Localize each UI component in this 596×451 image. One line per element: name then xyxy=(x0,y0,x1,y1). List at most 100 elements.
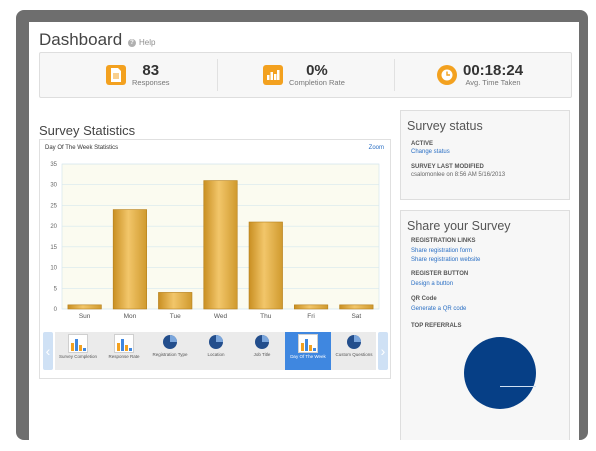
y-tick-label: 0 xyxy=(54,307,58,313)
chart-thumbnail[interactable]: Registration Type xyxy=(147,332,193,370)
chart-thumbnails: Survey Completion Response Rate Registrati… xyxy=(55,332,376,370)
x-tick-label: Fri xyxy=(307,313,315,320)
bar-thu xyxy=(248,221,283,310)
share-registration-website-link[interactable]: Share registration website xyxy=(411,257,480,263)
kpi-label: Completion Rate xyxy=(289,78,345,87)
chart-thumbnail-label: Registration Type xyxy=(152,352,188,357)
referrals-pie-chart xyxy=(464,337,536,409)
chart-thumbnail-label: Day Of The Week xyxy=(290,354,326,359)
survey-status-title: Survey status xyxy=(407,119,483,133)
chart-thumbnail[interactable]: Custom Questions xyxy=(331,332,377,370)
chevron-right-icon: › xyxy=(380,343,386,359)
chart-title: Day Of The Week Statistics xyxy=(45,145,119,151)
thumbnail-bar xyxy=(79,345,82,351)
kpi-label: Avg. Time Taken xyxy=(465,78,521,87)
chart-thumbnail[interactable]: Job Title xyxy=(239,332,285,370)
y-tick-label: 30 xyxy=(50,183,57,189)
kpi-avg-time: 00:18:24 Avg. Time Taken xyxy=(437,53,523,97)
bar-wed xyxy=(203,180,238,310)
chart-thumbnail[interactable]: Survey Completion xyxy=(55,332,101,370)
registration-links-label: REGISTRATION LINKS xyxy=(411,238,476,244)
thumbnail-bar xyxy=(117,343,120,351)
thumbnail-bar xyxy=(83,348,86,351)
status-state: ACTIVE xyxy=(411,141,434,147)
chevron-left-icon: ‹ xyxy=(45,343,51,359)
help-link[interactable]: ? Help xyxy=(128,38,155,47)
x-tick-label: Wed xyxy=(214,313,228,320)
pie-chart-icon xyxy=(161,334,179,351)
kpi-value: 00:18:24 xyxy=(463,62,524,79)
y-tick-label: 25 xyxy=(50,203,57,209)
bar-chart-icon xyxy=(263,65,283,85)
chart-thumbnail-label: Custom Questions xyxy=(335,352,373,357)
x-tick-label: Tue xyxy=(170,313,181,320)
chart-thumbnail-label: Job Title xyxy=(253,352,271,357)
carousel-prev-button[interactable]: ‹ xyxy=(43,332,53,370)
bar-sun xyxy=(67,304,102,310)
survey-status-panel: Survey status ACTIVE Change status SURVE… xyxy=(400,110,570,200)
document-icon xyxy=(106,65,126,85)
bar-fri xyxy=(294,304,329,310)
thumbnail-bar xyxy=(125,345,128,351)
chart-thumbnail[interactable]: Location xyxy=(193,332,239,370)
pie-chart-icon xyxy=(253,334,271,351)
bar-mon xyxy=(112,209,147,310)
thumbnail-bar xyxy=(71,343,74,351)
kpi-bar: 83 Responses 0% Completion Rate 00:18:24… xyxy=(39,52,572,98)
kpi-divider xyxy=(217,59,218,91)
x-tick-label: Thu xyxy=(260,313,272,320)
thumbnail-bar xyxy=(301,343,304,351)
dashboard-panel: Dashboard ? Help 83 Responses 0% Complet… xyxy=(29,22,579,440)
kpi-completion-rate: 0% Completion Rate xyxy=(263,53,345,97)
x-tick-label: Sat xyxy=(351,313,361,320)
register-button-label: REGISTER BUTTON xyxy=(411,271,469,277)
bar-sat xyxy=(339,304,374,310)
clock-icon xyxy=(437,65,457,85)
pie-shape xyxy=(255,335,269,349)
help-label: Help xyxy=(139,38,156,47)
y-tick-label: 15 xyxy=(50,245,57,251)
kpi-label: Responses xyxy=(132,78,170,87)
bar-tue xyxy=(158,292,193,310)
share-survey-title: Share your Survey xyxy=(407,219,511,233)
thumbnail-bar xyxy=(309,345,312,351)
share-registration-form-link[interactable]: Share registration form xyxy=(411,248,472,254)
last-modified-text: csalomonlee on 8:56 AM 5/16/2013 xyxy=(411,172,506,178)
y-tick-label: 35 xyxy=(50,162,57,168)
chart-carousel: ‹ Survey Completion Response Rate Registra… xyxy=(43,328,388,372)
chart-thumbnail[interactable]: Response Rate xyxy=(101,332,147,370)
change-status-link[interactable]: Change status xyxy=(411,149,450,155)
thumbnail-bar xyxy=(129,348,132,351)
pie-slice xyxy=(262,335,269,342)
bar-chart-icon xyxy=(68,334,88,353)
y-tick-label: 5 xyxy=(54,286,58,292)
y-tick-label: 10 xyxy=(50,266,57,272)
thumbnail-bar xyxy=(75,339,78,351)
pie-slice xyxy=(170,335,177,342)
design-button-link[interactable]: Design a button xyxy=(411,281,453,287)
thumbnail-bar xyxy=(313,348,316,351)
kpi-value: 0% xyxy=(306,62,328,79)
y-tick-label: 20 xyxy=(50,224,57,230)
pie-chart-icon xyxy=(345,334,363,351)
page-title: Dashboard xyxy=(39,30,123,49)
kpi-value: 83 xyxy=(142,62,160,79)
chart-thumbnail-label: Survey Completion xyxy=(58,354,98,359)
pie-shape xyxy=(163,335,177,349)
generate-qr-link[interactable]: Generate a QR code xyxy=(411,306,466,312)
bar-chart-icon xyxy=(114,334,134,353)
zoom-link[interactable]: Zoom xyxy=(369,145,384,151)
x-tick-label: Sun xyxy=(79,313,91,320)
day-of-week-chart: 0 5 10 15 20 25 30 35 Sun Mon Tue Wed Thu Fri Sat xyxy=(50,162,380,320)
x-tick-label: Mon xyxy=(124,313,137,320)
pie-slice xyxy=(354,335,361,342)
pie-shape xyxy=(347,335,361,349)
kpi-divider xyxy=(394,59,395,91)
thumbnail-bar xyxy=(121,339,124,351)
chart-thumbnail[interactable]: Day Of The Week xyxy=(285,332,331,370)
pie-shape xyxy=(209,335,223,349)
pie-slice-line xyxy=(500,386,536,387)
top-referrals-label: TOP REFERRALS xyxy=(411,323,462,329)
carousel-next-button[interactable]: › xyxy=(378,332,388,370)
kpi-responses: 83 Responses xyxy=(106,53,170,97)
